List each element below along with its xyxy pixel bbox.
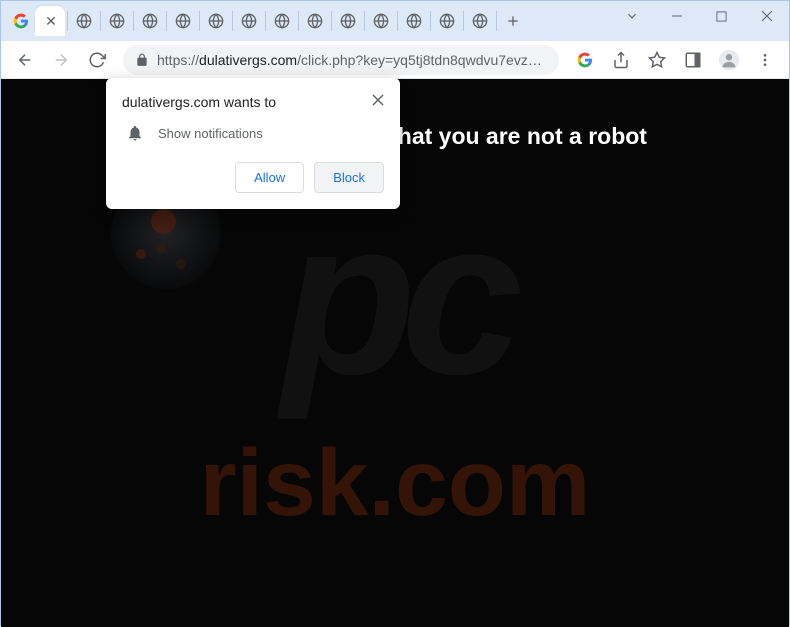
globe-icon xyxy=(175,13,191,29)
tab-separator xyxy=(265,11,266,31)
globe-icon xyxy=(109,13,125,29)
reload-button[interactable] xyxy=(81,44,113,76)
minimize-icon xyxy=(671,10,683,22)
bookmark-button[interactable] xyxy=(641,44,673,76)
tab-item[interactable] xyxy=(235,6,263,36)
tab-close-icon[interactable]: ✕ xyxy=(45,13,57,30)
google-icon xyxy=(577,52,593,68)
window-titlebar: ✕ xyxy=(1,1,789,41)
address-bar[interactable]: https://dulativergs.com/click.php?key=yq… xyxy=(123,45,559,75)
close-window-button[interactable] xyxy=(744,1,789,31)
popup-message: Show notifications xyxy=(158,126,263,141)
google-search-button[interactable] xyxy=(569,44,601,76)
tab-separator xyxy=(331,11,332,31)
plus-icon xyxy=(505,13,521,29)
side-panel-button[interactable] xyxy=(677,44,709,76)
avatar-icon xyxy=(718,49,740,71)
globe-icon xyxy=(373,13,389,29)
panel-icon xyxy=(684,51,702,69)
star-icon xyxy=(648,51,666,69)
globe-icon xyxy=(439,13,455,29)
tab-item[interactable] xyxy=(70,6,98,36)
profile-button[interactable] xyxy=(713,44,745,76)
tab-item[interactable] xyxy=(400,6,428,36)
share-icon xyxy=(612,51,630,69)
tab-google[interactable] xyxy=(7,6,35,36)
lock-icon xyxy=(135,53,149,67)
tab-separator xyxy=(133,11,134,31)
watermark-pc: pc xyxy=(282,209,509,385)
forward-button[interactable] xyxy=(45,44,77,76)
google-icon xyxy=(13,13,29,29)
close-icon xyxy=(761,10,773,22)
maximize-icon xyxy=(716,11,727,22)
tab-separator xyxy=(298,11,299,31)
tab-item[interactable] xyxy=(466,6,494,36)
popup-title: dulativergs.com wants to xyxy=(122,94,384,110)
tabs-row: ✕ xyxy=(1,1,527,41)
tab-separator xyxy=(463,11,464,31)
popup-buttons: Allow Block xyxy=(122,162,384,193)
tab-separator xyxy=(232,11,233,31)
tab-item[interactable] xyxy=(268,6,296,36)
globe-icon xyxy=(76,13,92,29)
watermark-risk: risk.com xyxy=(200,429,591,538)
minimize-button[interactable] xyxy=(654,1,699,31)
tab-separator xyxy=(496,11,497,31)
reload-icon xyxy=(88,51,106,69)
globe-icon xyxy=(274,13,290,29)
dots-vertical-icon xyxy=(757,52,773,68)
tab-item[interactable] xyxy=(136,6,164,36)
tab-item[interactable] xyxy=(169,6,197,36)
allow-button[interactable]: Allow xyxy=(235,162,304,193)
maximize-button[interactable] xyxy=(699,1,744,31)
globe-icon xyxy=(208,13,224,29)
close-icon xyxy=(372,94,384,106)
tab-item[interactable] xyxy=(202,6,230,36)
tab-item[interactable] xyxy=(334,6,362,36)
popup-close-button[interactable] xyxy=(368,90,388,110)
tab-item[interactable] xyxy=(301,6,329,36)
share-button[interactable] xyxy=(605,44,637,76)
arrow-left-icon xyxy=(16,51,34,69)
tab-item[interactable] xyxy=(103,6,131,36)
tab-separator xyxy=(199,11,200,31)
tabs-dropdown-button[interactable] xyxy=(609,1,654,31)
popup-permission-row: Show notifications xyxy=(122,124,384,142)
tab-separator xyxy=(430,11,431,31)
globe-icon xyxy=(406,13,422,29)
browser-toolbar: https://dulativergs.com/click.php?key=yq… xyxy=(1,41,789,79)
tab-active[interactable]: ✕ xyxy=(35,6,65,36)
block-button[interactable]: Block xyxy=(314,162,384,193)
tab-separator xyxy=(397,11,398,31)
tab-item[interactable] xyxy=(433,6,461,36)
chevron-down-icon xyxy=(625,9,639,23)
globe-icon xyxy=(241,13,257,29)
notification-permission-popup: dulativergs.com wants to Show notificati… xyxy=(106,78,400,209)
globe-icon xyxy=(142,13,158,29)
new-tab-button[interactable] xyxy=(499,7,527,35)
globe-icon xyxy=(307,13,323,29)
tab-item[interactable] xyxy=(367,6,395,36)
tab-separator xyxy=(364,11,365,31)
globe-icon xyxy=(340,13,356,29)
tab-separator xyxy=(166,11,167,31)
globe-icon xyxy=(472,13,488,29)
url-text: https://dulativergs.com/click.php?key=yq… xyxy=(157,52,547,68)
tab-separator xyxy=(67,11,68,31)
tab-separator xyxy=(100,11,101,31)
back-button[interactable] xyxy=(9,44,41,76)
arrow-right-icon xyxy=(52,51,70,69)
menu-button[interactable] xyxy=(749,44,781,76)
bell-icon xyxy=(126,124,144,142)
window-controls xyxy=(609,1,789,31)
